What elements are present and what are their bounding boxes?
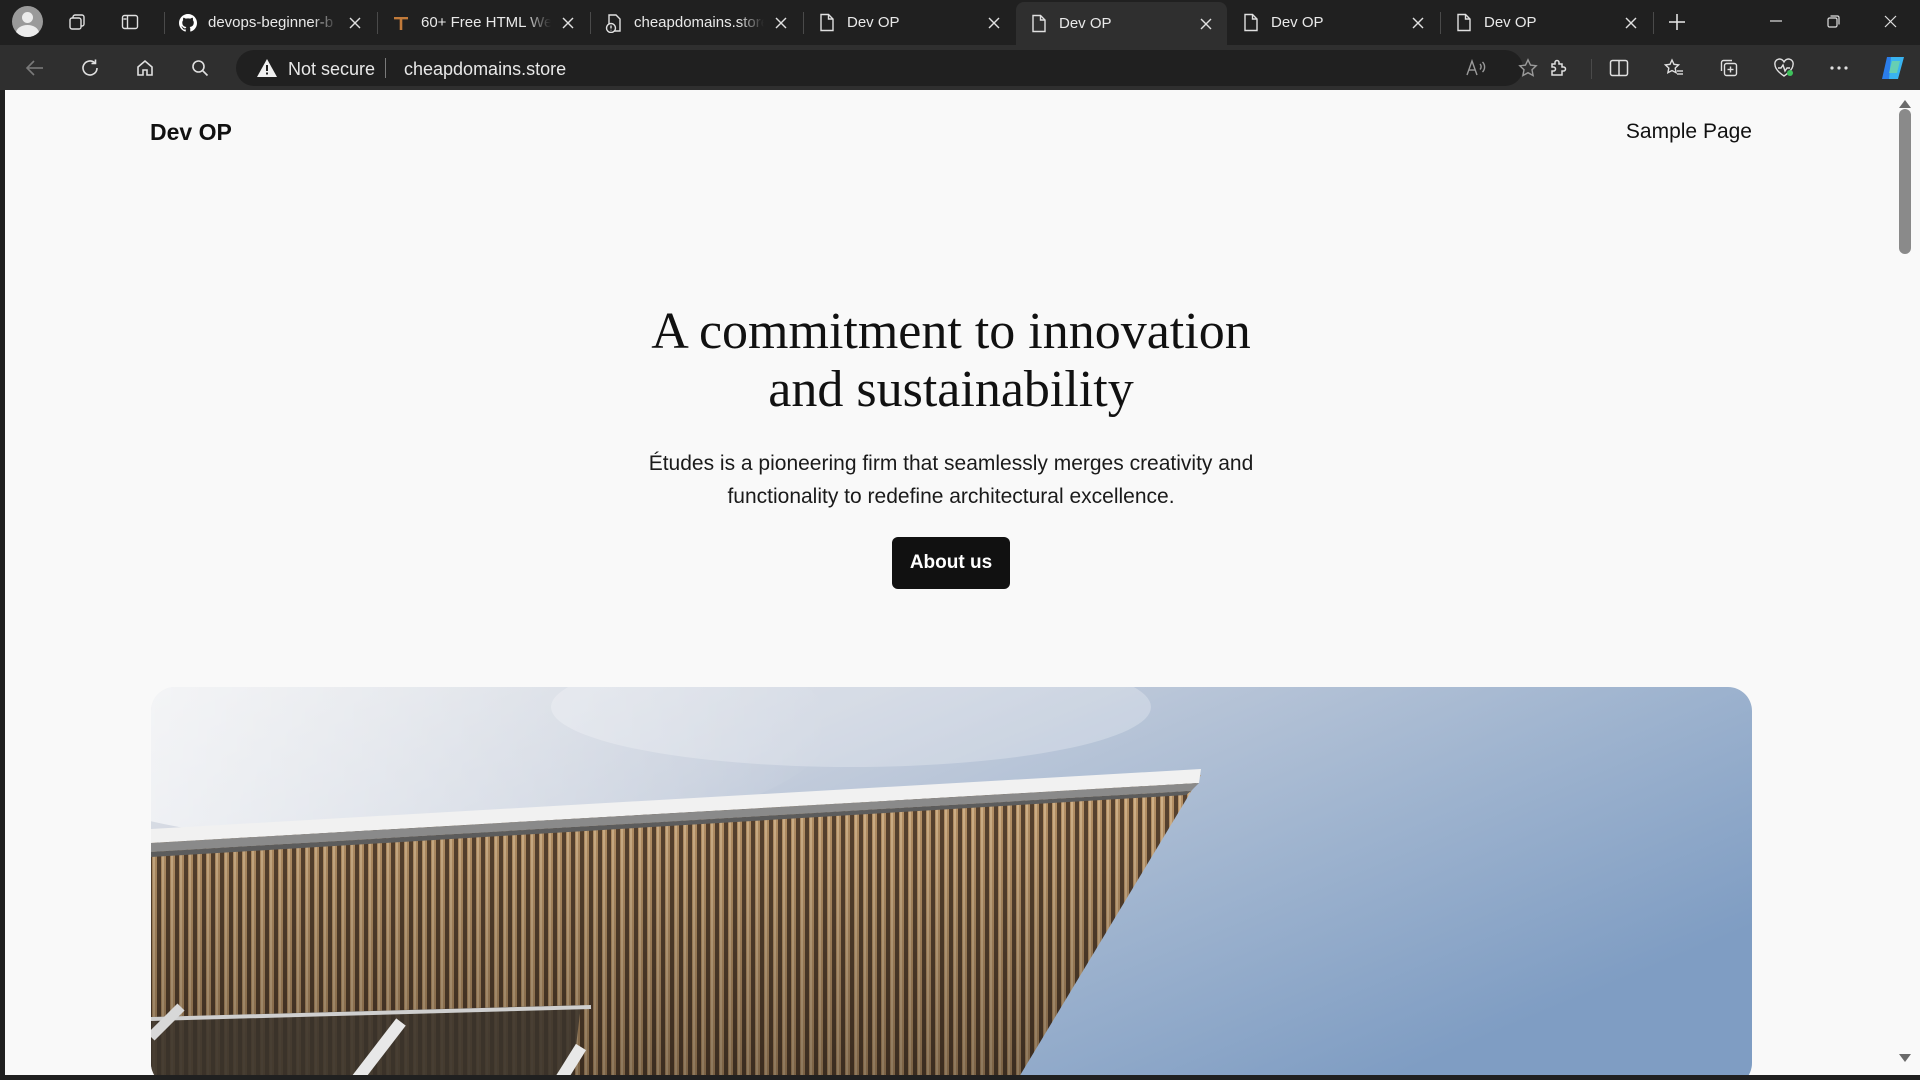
tab-strip: devops-beginner-b 60+ Free HTML Wel chea… (0, 0, 1920, 45)
page-icon (1455, 13, 1473, 32)
close-icon[interactable] (344, 12, 366, 34)
hero-heading: A commitment to innovation and sustainab… (5, 303, 1897, 419)
tab-title: cheapdomains.store (634, 14, 764, 31)
profile-avatar-icon[interactable] (12, 6, 43, 37)
close-icon[interactable] (1195, 13, 1217, 35)
more-options-icon[interactable] (1822, 51, 1856, 85)
scroll-down-arrow-icon[interactable] (1898, 1050, 1912, 1068)
tab-title: 60+ Free HTML Wel (421, 14, 551, 31)
warning-file-icon (605, 13, 623, 33)
page-icon (1242, 13, 1260, 32)
extensions-icon[interactable] (1541, 51, 1575, 85)
site-title[interactable]: Dev OP (150, 119, 232, 146)
scroll-thumb[interactable] (1899, 109, 1911, 254)
tab-title: Dev OP (1484, 14, 1537, 31)
close-window-button[interactable] (1862, 0, 1918, 42)
hero-building-image (151, 687, 1752, 1075)
back-button[interactable] (18, 51, 52, 85)
t-logo-icon (392, 14, 410, 32)
tab-title: Dev OP (847, 14, 900, 31)
close-icon[interactable] (770, 12, 792, 34)
vertical-tabs-icon[interactable] (116, 8, 144, 36)
page-icon (818, 13, 836, 32)
security-label[interactable]: Not secure (288, 59, 375, 80)
hero-description: Études is a pioneering firm that seamles… (5, 447, 1897, 513)
workspaces-icon[interactable] (63, 8, 91, 36)
close-icon[interactable] (557, 12, 579, 34)
address-bar[interactable]: Not secure cheapdomains.store (236, 50, 1538, 86)
home-button[interactable] (128, 51, 162, 85)
tab-dev-op-active[interactable]: Dev OP (1016, 2, 1227, 45)
minimize-button[interactable] (1748, 0, 1804, 42)
tab-github[interactable]: devops-beginner-b (165, 0, 376, 45)
collections-icon[interactable] (1712, 51, 1746, 85)
page-viewport: Dev OP Sample Page A commitment to innov… (5, 90, 1897, 1075)
tab-dev-op-1[interactable]: Dev OP (804, 0, 1015, 45)
tab-dev-op-4[interactable]: Dev OP (1441, 0, 1652, 45)
new-tab-button[interactable] (1663, 8, 1691, 36)
window-bottom-edge (0, 1075, 1920, 1080)
tab-cheapdomains[interactable]: cheapdomains.store (591, 0, 802, 45)
tab-title: Dev OP (1059, 15, 1112, 32)
url-text[interactable]: cheapdomains.store (404, 59, 566, 80)
close-icon[interactable] (983, 12, 1005, 34)
split-screen-icon[interactable] (1602, 51, 1636, 85)
browser-toolbar: Not secure cheapdomains.store (0, 45, 1920, 90)
tab-dev-op-3[interactable]: Dev OP (1228, 0, 1439, 45)
about-us-button[interactable]: About us (892, 537, 1010, 589)
tab-title: devops-beginner-b (208, 14, 334, 31)
copilot-icon[interactable] (1876, 51, 1910, 85)
warning-icon[interactable] (256, 58, 278, 83)
github-icon (179, 13, 197, 32)
search-icon[interactable] (183, 51, 217, 85)
restore-button[interactable] (1805, 0, 1861, 42)
page-icon (1030, 14, 1048, 33)
nav-sample-page[interactable]: Sample Page (1626, 120, 1752, 144)
hero-heading-line-1: A commitment to innovation (651, 303, 1251, 360)
read-aloud-icon[interactable] (1459, 51, 1493, 85)
refresh-button[interactable] (73, 51, 107, 85)
browser-essentials-icon[interactable] (1767, 51, 1801, 85)
address-divider (385, 58, 386, 78)
hero-heading-line-2: and sustainability (768, 361, 1134, 418)
tab-title: Dev OP (1271, 14, 1324, 31)
hero-description-line-1: Études is a pioneering firm that seamles… (648, 452, 1254, 475)
hero-description-line-2: functionality to redefine architectural … (727, 485, 1175, 508)
close-icon[interactable] (1620, 12, 1642, 34)
close-icon[interactable] (1407, 12, 1429, 34)
tab-templates[interactable]: 60+ Free HTML Wel (378, 0, 589, 45)
favorite-star-icon[interactable] (1511, 51, 1545, 85)
favorites-icon[interactable] (1657, 51, 1691, 85)
